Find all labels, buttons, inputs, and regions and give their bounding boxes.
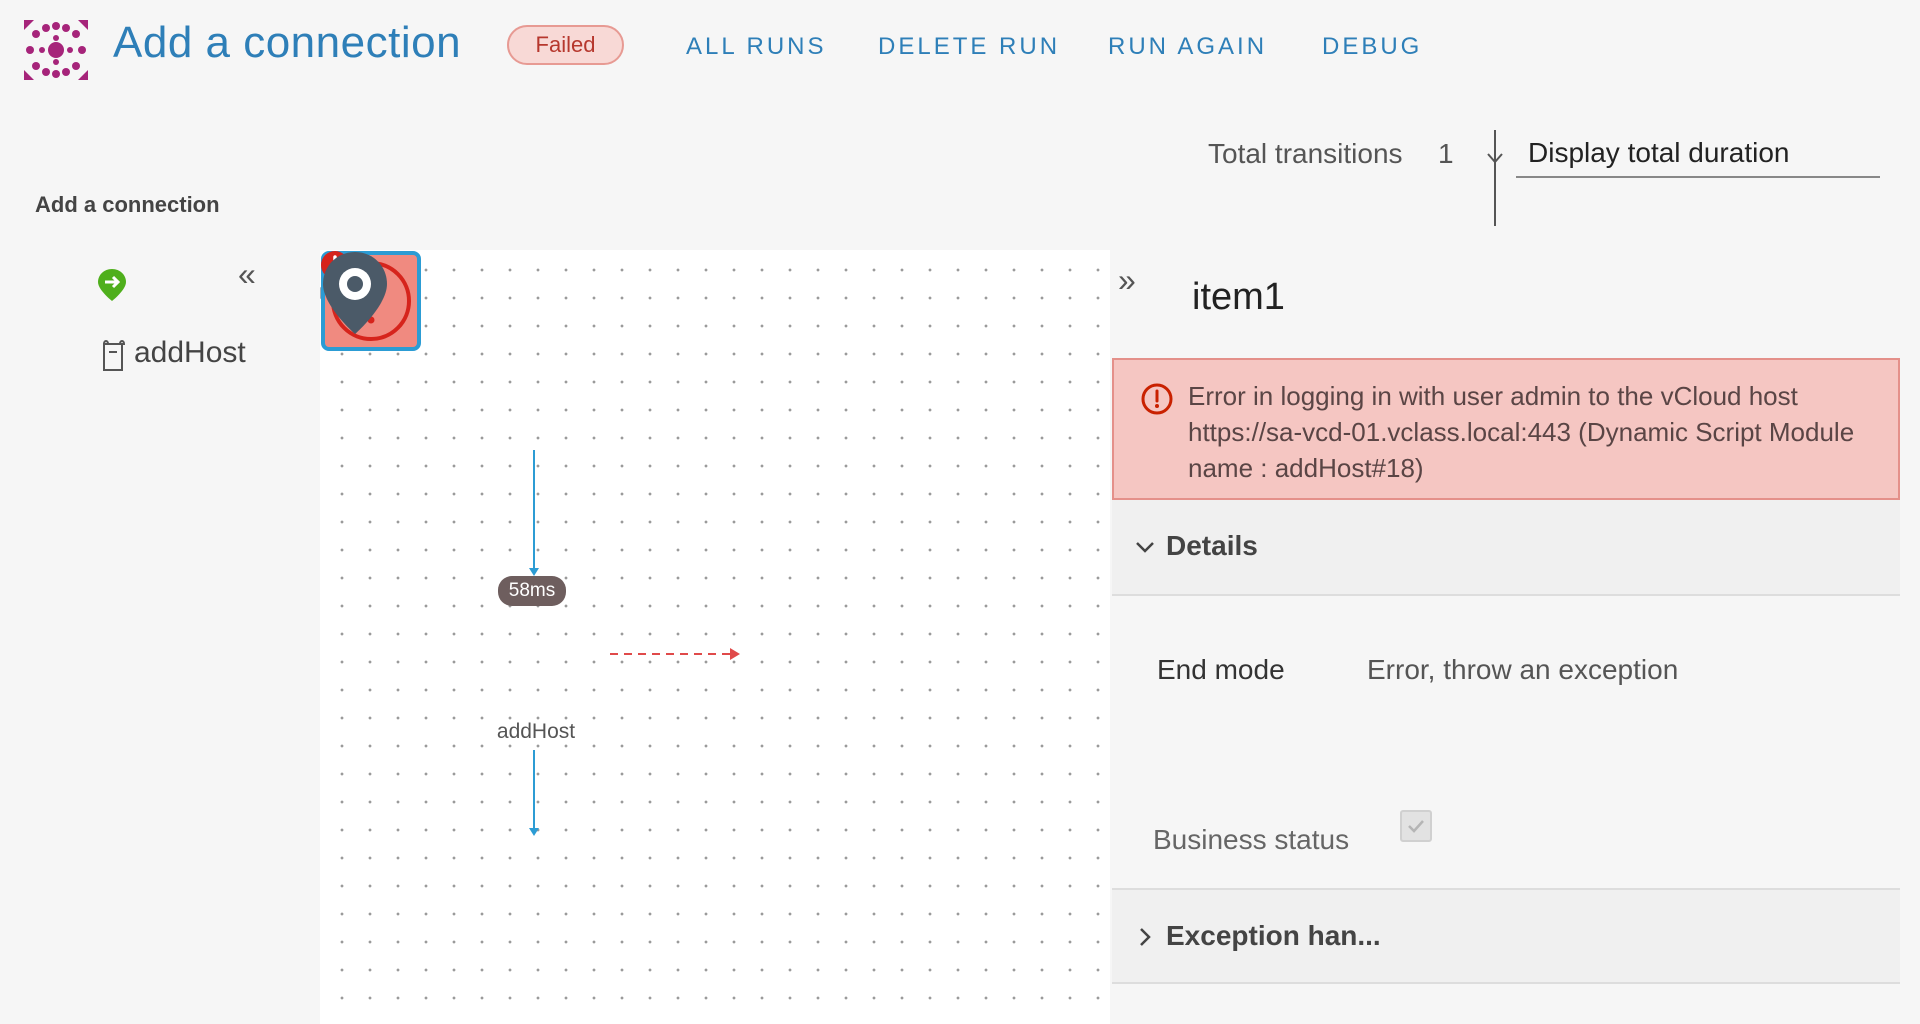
error-message: Error in logging in with user admin to t… <box>1188 381 1855 483</box>
business-status-checkbox[interactable] <box>1400 810 1432 842</box>
total-transitions-value: 1 <box>1438 138 1454 169</box>
end-node[interactable] <box>320 250 390 336</box>
page-title: Add a connection <box>113 18 462 67</box>
expand-right-icon[interactable]: » <box>1118 264 1150 296</box>
details-section-toggle[interactable]: Details <box>1112 500 1900 596</box>
chevron-down-icon <box>1136 542 1154 553</box>
collapse-left-icon[interactable]: « <box>238 258 270 290</box>
task-node-label: addHost <box>496 720 576 743</box>
start-node-icon[interactable] <box>97 268 127 302</box>
total-transitions-label: Total transitions <box>1208 138 1403 169</box>
error-alert: Error in logging in with user admin to t… <box>1112 358 1900 500</box>
app-logo <box>24 20 88 80</box>
debug-button[interactable]: DEBUG <box>1322 33 1422 61</box>
status-badge: Failed <box>507 25 624 65</box>
details-label: Details <box>1166 530 1258 561</box>
sort-arrow-icon[interactable] <box>1484 130 1506 230</box>
all-runs-button[interactable]: ALL RUNS <box>686 33 826 61</box>
end-mode-value: Error, throw an exception <box>1367 654 1679 685</box>
tree-item-label: addHost <box>134 336 246 369</box>
duration-select[interactable]: Display total duration <box>1516 128 1880 178</box>
app-root: Add a connection Failed ALL RUNS DELETE … <box>0 0 1920 1024</box>
header: Add a connection Failed ALL RUNS DELETE … <box>0 0 1920 96</box>
error-circle-icon <box>1141 383 1173 415</box>
chevron-right-icon <box>1140 928 1151 946</box>
breadcrumb: Add a connection <box>35 192 220 217</box>
canvas-connectors <box>529 450 740 836</box>
business-status-label: Business status <box>1153 824 1350 855</box>
exception-handling-label: Exception han... <box>1166 920 1381 951</box>
workflow-canvas[interactable]: 58ms addHost <box>320 250 1110 1024</box>
exception-handling-section-toggle[interactable]: Exception han... <box>1112 888 1900 984</box>
run-again-button[interactable]: RUN AGAIN <box>1108 33 1267 61</box>
task-duration-badge: 58ms <box>498 576 566 606</box>
panel-title: item1 <box>1192 276 1285 318</box>
target-icon <box>339 268 371 300</box>
delete-run-button[interactable]: DELETE RUN <box>878 33 1060 61</box>
end-mode-label: End mode <box>1157 654 1285 685</box>
script-icon <box>103 340 126 371</box>
check-icon <box>1408 820 1424 833</box>
